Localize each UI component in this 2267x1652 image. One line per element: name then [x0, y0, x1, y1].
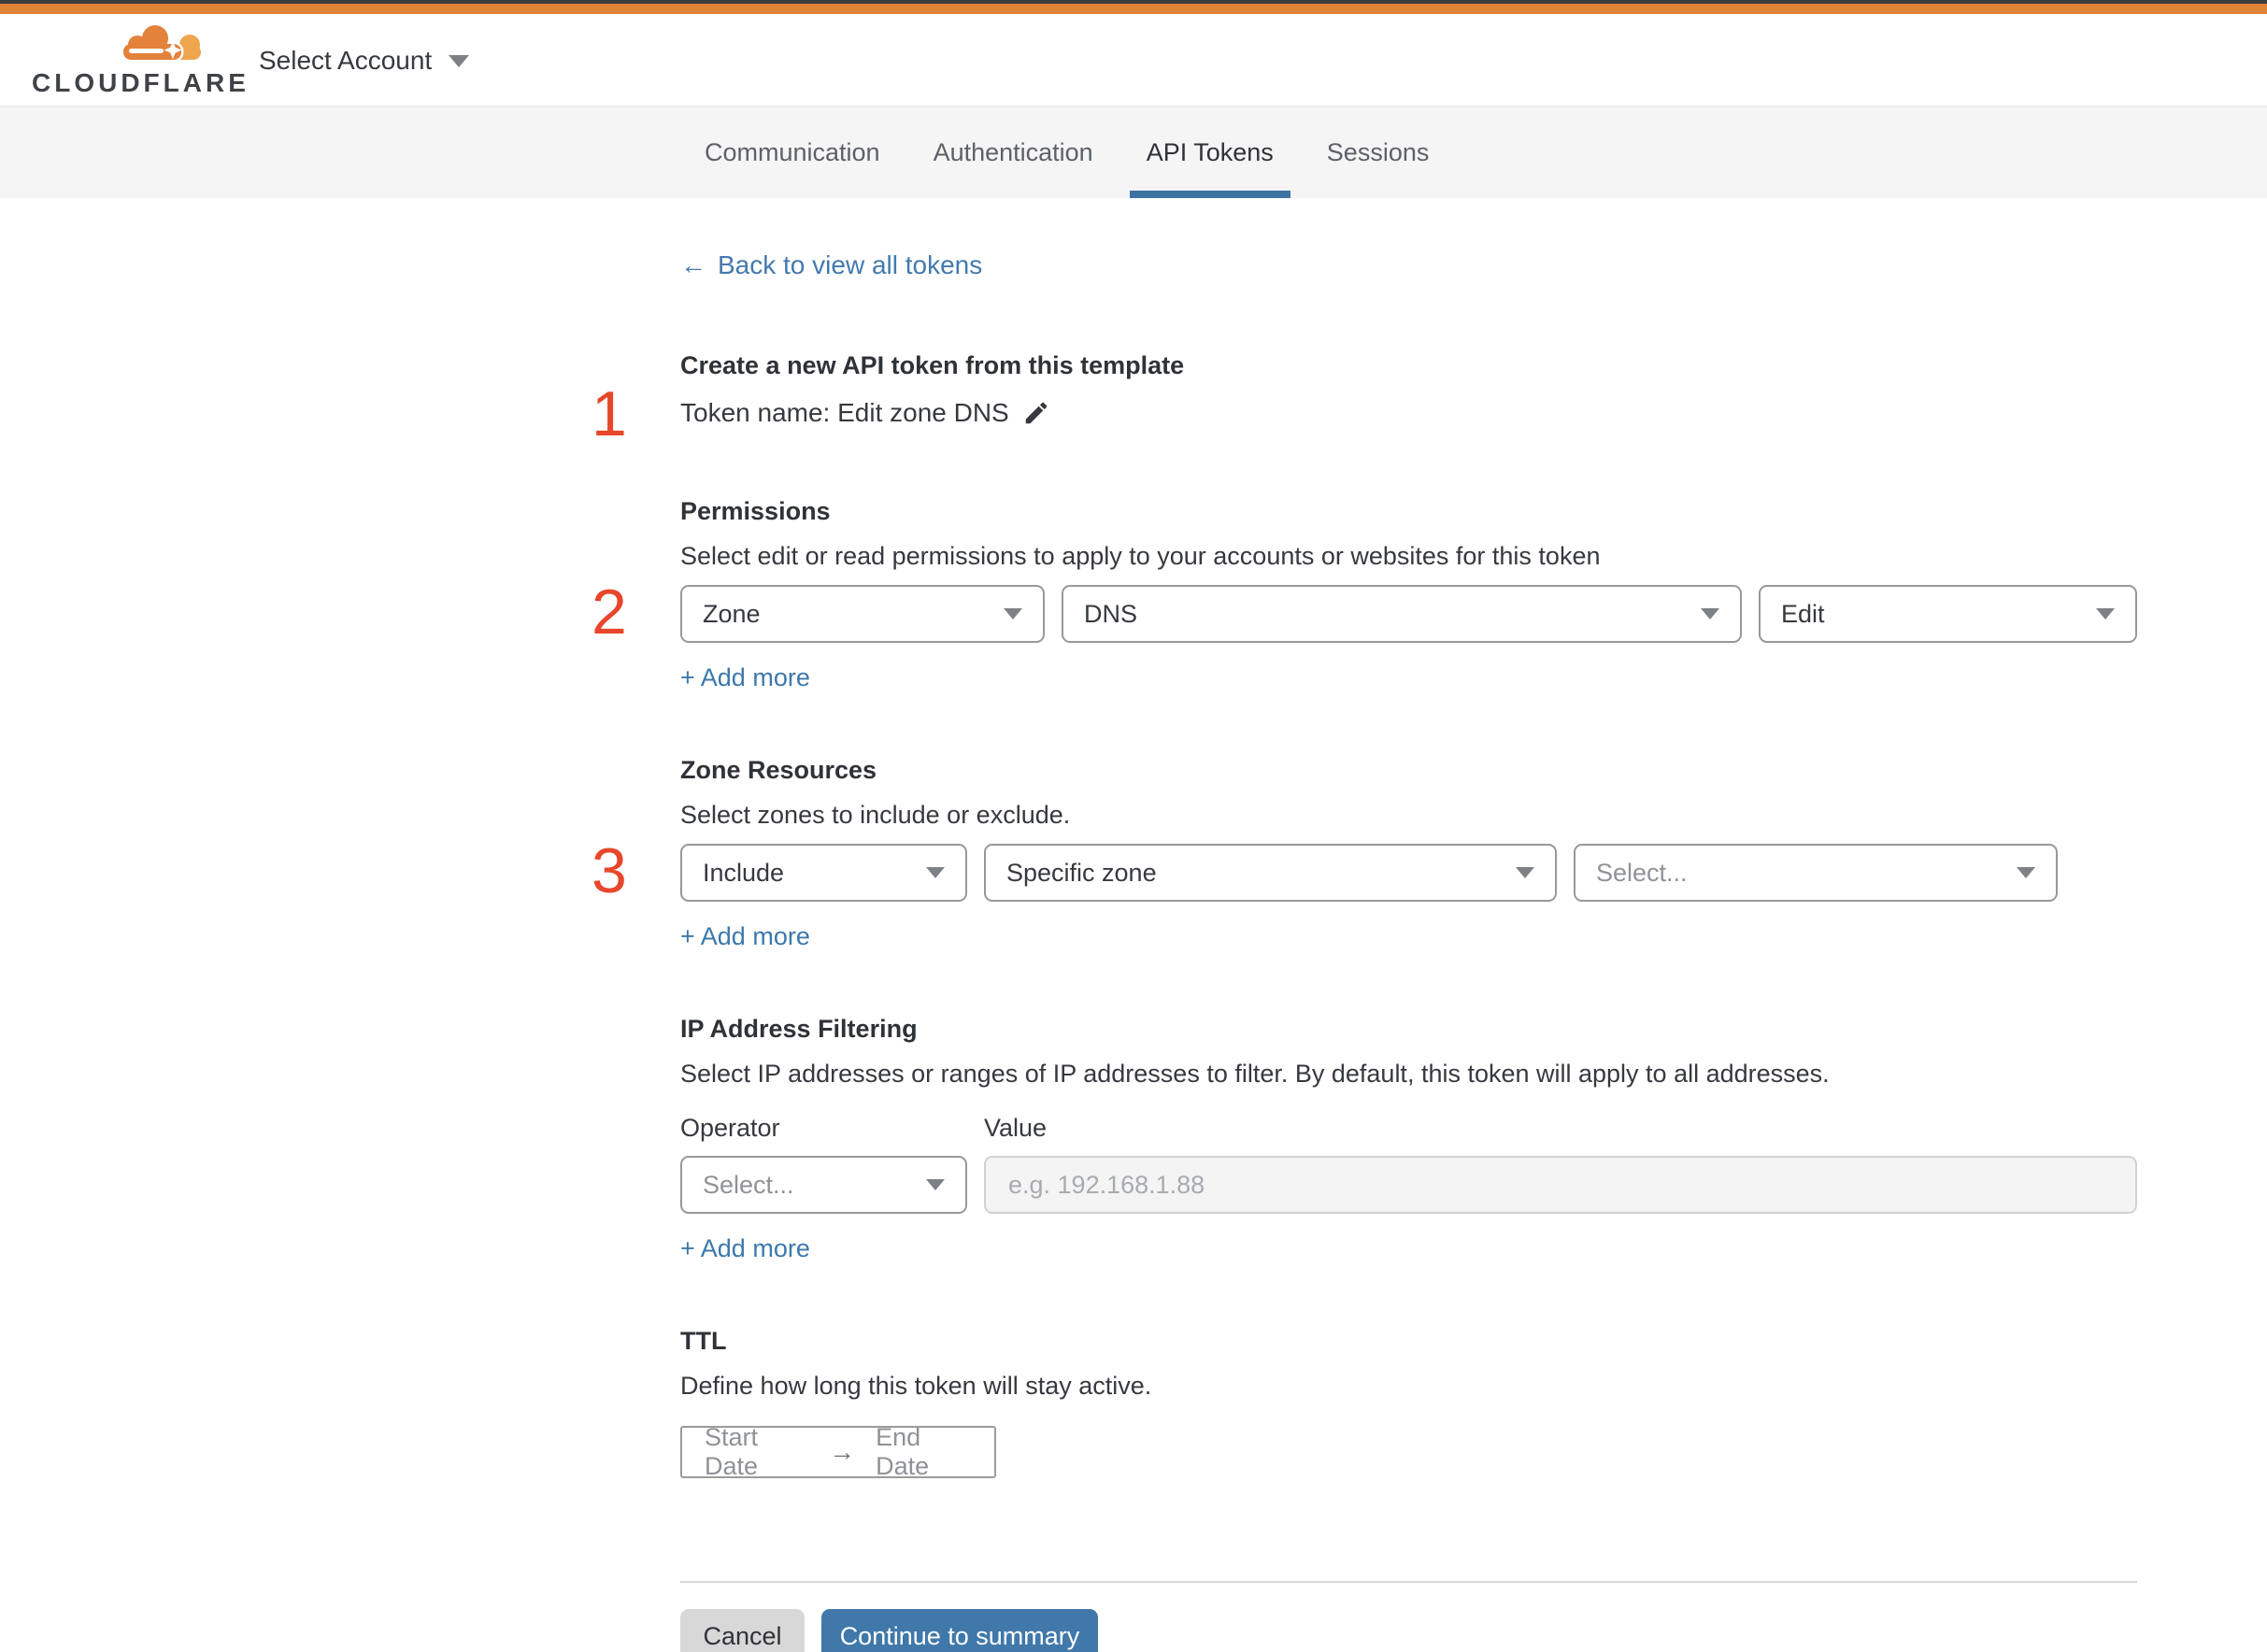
step-number-1: 1	[592, 378, 627, 449]
cancel-button[interactable]: Cancel	[680, 1609, 805, 1652]
operator-label: Operator	[680, 1114, 780, 1142]
ip-value-input[interactable]	[984, 1156, 2137, 1214]
ip-filtering-add-more-link[interactable]: + Add more	[680, 1234, 810, 1263]
end-date-placeholder: End Date	[876, 1423, 930, 1480]
token-name-label: Token name: Edit zone DNS	[680, 398, 1009, 427]
step-number-2: 2	[592, 577, 627, 648]
continue-button[interactable]: Continue to summary	[821, 1609, 1098, 1652]
chevron-down-icon	[1701, 608, 1719, 620]
section-heading-zone-resources: Zone Resources	[680, 756, 877, 784]
tab-authentication[interactable]: Authentication	[934, 107, 1093, 198]
ip-filtering-description: Select IP addresses or ranges of IP addr…	[680, 1060, 1830, 1088]
section-heading-ip-filtering: IP Address Filtering	[680, 1015, 918, 1043]
zone-resources-description: Select zones to include or exclude.	[680, 801, 1071, 829]
permissions-description: Select edit or read permissions to apply…	[680, 542, 1601, 570]
permission-scope-select[interactable]: Zone	[680, 585, 1045, 643]
cloudflare-cloud-icon	[121, 22, 201, 63]
footer-divider	[680, 1581, 2137, 1583]
back-arrow-icon: ←	[680, 250, 706, 279]
chevron-down-icon	[926, 867, 945, 878]
ttl-description: Define how long this token will stay act…	[680, 1372, 1152, 1400]
zone-mode-select[interactable]: Include	[680, 844, 967, 902]
brand-orange-stripe	[0, 4, 2267, 14]
value-label: Value	[984, 1114, 1048, 1142]
back-link[interactable]: ← Back to view all tokens	[680, 250, 982, 280]
active-tab-underline	[1129, 191, 1290, 198]
operator-select[interactable]: Select...	[680, 1156, 967, 1214]
chevron-down-icon	[2017, 867, 2035, 878]
chevron-down-icon	[2096, 608, 2115, 620]
tab-sessions[interactable]: Sessions	[1327, 107, 1430, 198]
form-footer: Cancel Continue to summary	[680, 1581, 2137, 1652]
arrow-right-icon: →	[829, 1437, 856, 1466]
start-date-placeholder: Start Date	[705, 1423, 759, 1480]
zone-resources-add-more-link[interactable]: + Add more	[680, 922, 810, 951]
permission-resource-select[interactable]: DNS	[1062, 585, 1742, 643]
permissions-add-more-link[interactable]: + Add more	[680, 663, 810, 692]
tab-communication[interactable]: Communication	[705, 107, 880, 198]
token-form: ← Back to view all tokens 1 Create a new…	[592, 198, 2137, 1652]
tab-bar: Communication Authentication API Tokens …	[0, 107, 2267, 198]
chevron-down-icon	[449, 54, 470, 67]
back-link-label: Back to view all tokens	[718, 250, 983, 279]
zone-type-select[interactable]: Specific zone	[984, 844, 1557, 902]
section-ttl: TTL Define how long this token will stay…	[680, 1325, 2137, 1480]
app-header: CLOUDFLARE Select Account	[0, 14, 2267, 107]
cloudflare-logo[interactable]: CLOUDFLARE	[32, 14, 246, 107]
chevron-down-icon	[1004, 608, 1022, 620]
cloudflare-wordmark: CLOUDFLARE	[32, 68, 250, 97]
page-title: Create a new API token from this templat…	[680, 351, 1185, 379]
zone-value-select[interactable]: Select...	[1574, 844, 2058, 902]
section-zone-resources: 3 Zone Resources Select zones to include…	[592, 754, 2137, 951]
date-range-picker[interactable]: Start Date → End Date	[680, 1423, 996, 1480]
section-heading-permissions: Permissions	[680, 497, 831, 525]
account-selector[interactable]: Select Account	[259, 14, 470, 107]
step-number-3: 3	[592, 835, 627, 906]
account-selector-label: Select Account	[259, 46, 433, 75]
section-token-template: 1 Create a new API token from this templ…	[592, 349, 2137, 446]
section-permissions: 2 Permissions Select edit or read permis…	[592, 495, 2137, 692]
tab-api-tokens[interactable]: API Tokens	[1129, 107, 1290, 198]
section-ip-filtering: IP Address Filtering Select IP addresses…	[680, 1013, 2137, 1263]
chevron-down-icon	[926, 1179, 945, 1190]
section-heading-ttl: TTL	[680, 1327, 727, 1355]
permission-access-select[interactable]: Edit	[1759, 585, 2137, 643]
edit-pencil-icon[interactable]	[1022, 399, 1050, 427]
chevron-down-icon	[1516, 867, 1534, 878]
